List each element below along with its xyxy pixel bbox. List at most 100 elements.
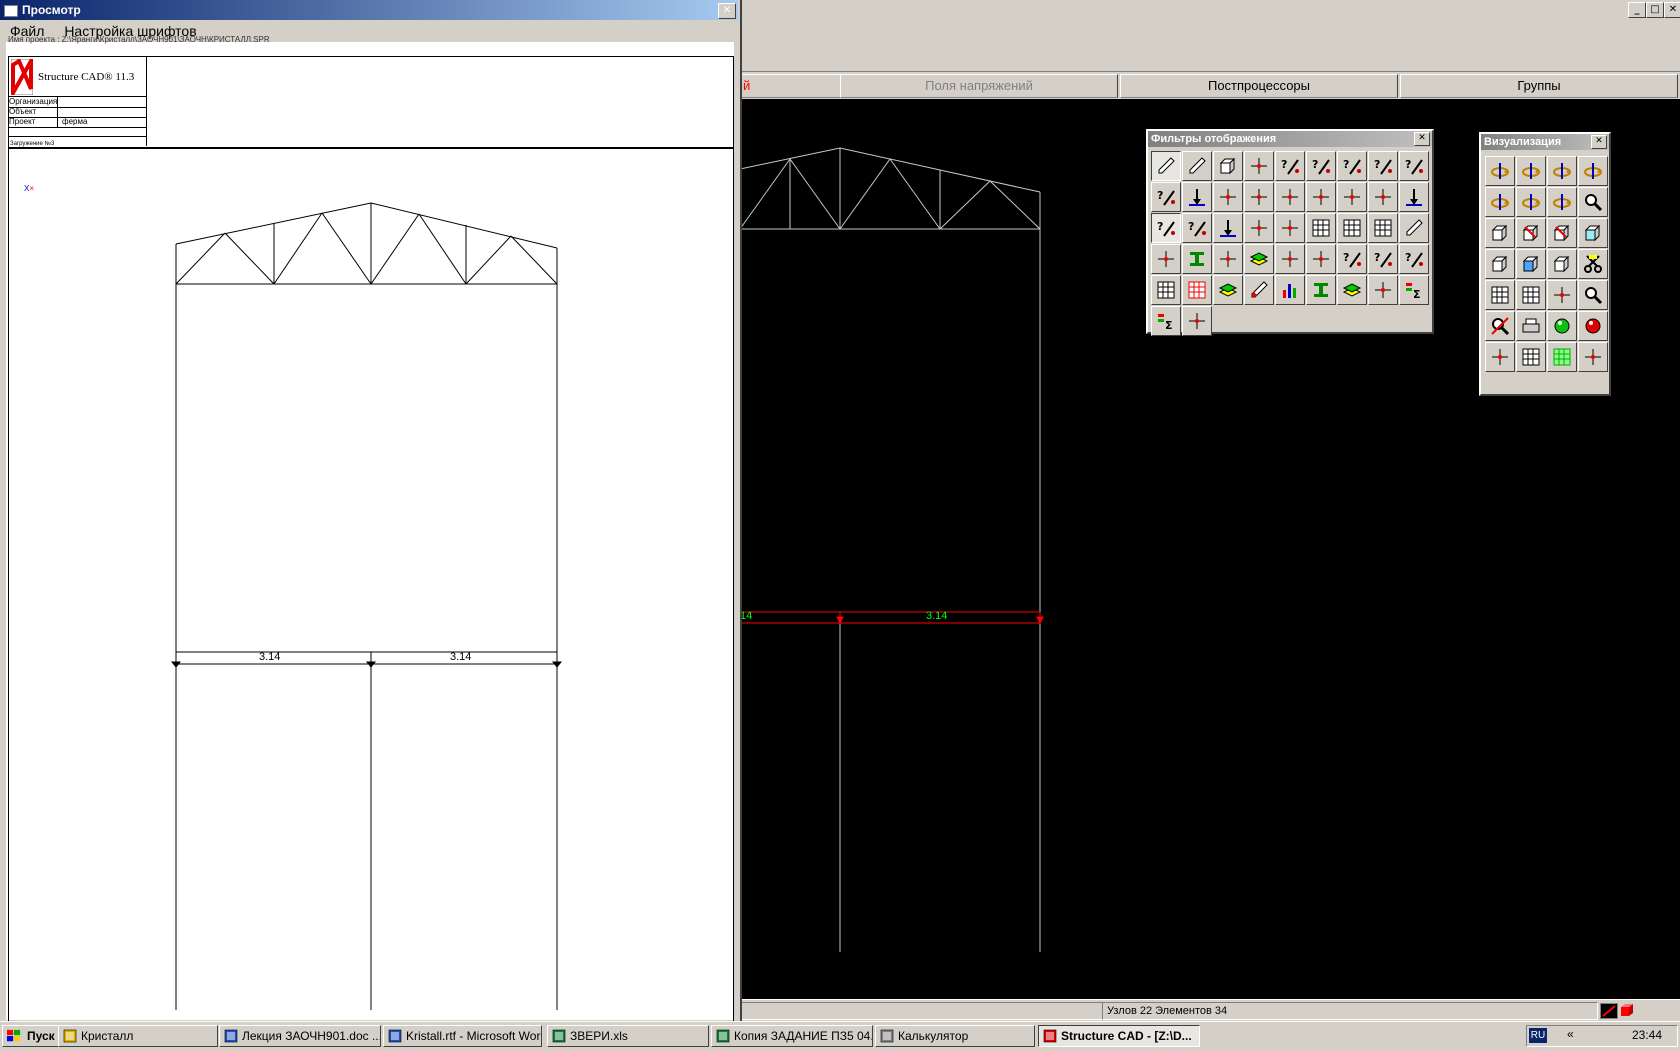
eraser-pen-button[interactable]: [1399, 213, 1429, 243]
tab-groups[interactable]: Группы: [1400, 74, 1678, 98]
green-ball-button[interactable]: [1547, 311, 1577, 341]
taskbar-item[interactable]: Кристалл: [58, 1025, 218, 1047]
preview-close-button[interactable]: ✕: [718, 3, 736, 19]
rotate-x-ccw-button[interactable]: [1547, 156, 1577, 186]
cube-shaded-button[interactable]: [1578, 218, 1608, 248]
cube-full-button[interactable]: [1547, 249, 1577, 279]
cube-front-button[interactable]: [1485, 218, 1515, 248]
plate-grid-button[interactable]: [1306, 213, 1336, 243]
node-cross-button[interactable]: [1275, 182, 1305, 212]
hinge-button[interactable]: [1368, 182, 1398, 212]
dot-grid-button[interactable]: [1368, 213, 1398, 243]
eraser-button[interactable]: [1182, 151, 1212, 181]
scissors-button[interactable]: [1578, 249, 1608, 279]
grid-lines-button[interactable]: [1151, 275, 1181, 305]
query-element-type-button[interactable]: ?: [1399, 151, 1429, 181]
hand-button[interactable]: [1578, 342, 1608, 372]
steel-beam-button[interactable]: [1182, 244, 1212, 274]
taskbar-item[interactable]: Structure CAD - [Z:\D...: [1038, 1025, 1200, 1047]
tab-stress-fields[interactable]: Поля напряжений: [840, 74, 1118, 98]
columns-button[interactable]: [1516, 280, 1546, 310]
layers-button[interactable]: [1244, 244, 1274, 274]
stack-button[interactable]: [1337, 275, 1367, 305]
cube-blue-button[interactable]: [1516, 249, 1546, 279]
sum-arrows-button[interactable]: Σ: [1151, 306, 1181, 336]
red-ball-button[interactable]: [1578, 311, 1608, 341]
rod-gray-button[interactable]: [1182, 306, 1212, 336]
tray-expand-button[interactable]: «: [1567, 1027, 1574, 1041]
brush-button[interactable]: [1213, 244, 1243, 274]
plate-number-button[interactable]: [1306, 244, 1336, 274]
query-link-button[interactable]: ?: [1399, 244, 1429, 274]
green-grid-button[interactable]: [1547, 342, 1577, 372]
maximize-button[interactable]: □: [1646, 2, 1664, 18]
query-element-number-button[interactable]: ?: [1337, 151, 1367, 181]
language-indicator[interactable]: RU: [1529, 1028, 1547, 1043]
table-dropdown-button[interactable]: [1547, 280, 1577, 310]
tab-partial[interactable]: й: [740, 74, 842, 98]
dimension-button[interactable]: [1244, 213, 1274, 243]
query-load-value-button[interactable]: ?: [1182, 213, 1212, 243]
taskbar-item[interactable]: Копия ЗАДАНИЕ ПЗ5 04...: [711, 1025, 873, 1047]
cube-cut-button[interactable]: [1547, 218, 1577, 248]
profile-button[interactable]: [1306, 275, 1336, 305]
rotate-y-button[interactable]: [1516, 187, 1546, 217]
node-move-button[interactable]: [1275, 244, 1305, 274]
spring-button[interactable]: [1244, 151, 1274, 181]
cube-outline-button[interactable]: [1213, 151, 1243, 181]
query-rigidity-button[interactable]: ?: [1151, 182, 1181, 212]
red-grid-button[interactable]: [1182, 275, 1212, 305]
rotate-z-button[interactable]: [1578, 156, 1608, 186]
eraser-red-button[interactable]: [1244, 275, 1274, 305]
cube-section-button[interactable]: [1516, 218, 1546, 248]
filter-buttons: ??????????? Σ Σ: [1151, 151, 1429, 336]
zoom-box-icon: [1585, 194, 1603, 212]
node-ties-button[interactable]: [1213, 182, 1243, 212]
rotate-x-button[interactable]: [1516, 156, 1546, 186]
close-button[interactable]: ✕: [1664, 2, 1680, 18]
section-button[interactable]: [1151, 244, 1181, 274]
minimize-button[interactable]: _: [1628, 2, 1646, 18]
query-node-number-button[interactable]: ?: [1306, 151, 1336, 181]
coordinate-button[interactable]: [1275, 213, 1305, 243]
rotate-y-ccw-button[interactable]: [1547, 187, 1577, 217]
view-button[interactable]: [1485, 342, 1515, 372]
taskbar-item[interactable]: Kristall.rtf - Microsoft Word: [383, 1025, 542, 1047]
taskbar-item[interactable]: Лекция ЗАОЧН901.doc ...: [219, 1025, 381, 1047]
local-axes-button[interactable]: [1337, 182, 1367, 212]
axis-cross-button[interactable]: [1244, 182, 1274, 212]
support-button[interactable]: [1182, 182, 1212, 212]
query-node-mark-button[interactable]: ?: [1368, 151, 1398, 181]
query-group-button[interactable]: ?: [1337, 244, 1367, 274]
palette-titlebar[interactable]: Фильтры отображения ✕: [1148, 131, 1432, 147]
fragment-button[interactable]: [1485, 280, 1515, 310]
dotted-grid-button[interactable]: [1516, 342, 1546, 372]
query-rod-button[interactable]: ?: [1275, 151, 1305, 181]
zoom-box-button[interactable]: [1578, 187, 1608, 217]
svg-text:?: ?: [1157, 220, 1163, 233]
bar-chart-button[interactable]: [1275, 275, 1305, 305]
sum-table-button[interactable]: Σ: [1399, 275, 1429, 305]
preview-titlebar[interactable]: Просмотр ✕: [0, 0, 738, 20]
taskbar-item[interactable]: Калькулятор: [875, 1025, 1035, 1047]
query-gap-button[interactable]: ?: [1368, 244, 1398, 274]
rotate-z-ccw-button[interactable]: [1485, 187, 1515, 217]
palette-close-button[interactable]: ✕: [1591, 135, 1607, 149]
query-load-button[interactable]: ?: [1151, 213, 1181, 243]
moment-button[interactable]: [1213, 213, 1243, 243]
tab-postprocessors[interactable]: Постпроцессоры: [1120, 74, 1398, 98]
palette-titlebar[interactable]: Визуализация ✕: [1481, 134, 1609, 150]
magnifier-button[interactable]: [1578, 280, 1608, 310]
printer-button[interactable]: [1516, 311, 1546, 341]
angle-button[interactable]: [1368, 275, 1398, 305]
cube-plain-button[interactable]: [1485, 249, 1515, 279]
no-zoom-button[interactable]: [1485, 311, 1515, 341]
plate-mesh-button[interactable]: [1337, 213, 1367, 243]
taskbar-item[interactable]: ЗВЕРИ.xls: [547, 1025, 709, 1047]
load-arrow-button[interactable]: [1399, 182, 1429, 212]
palette-close-button[interactable]: ✕: [1414, 132, 1430, 146]
hatch-button[interactable]: [1306, 182, 1336, 212]
pencil-button[interactable]: [1151, 151, 1181, 181]
spinning-top-button[interactable]: [1485, 156, 1515, 186]
plane-button[interactable]: [1213, 275, 1243, 305]
